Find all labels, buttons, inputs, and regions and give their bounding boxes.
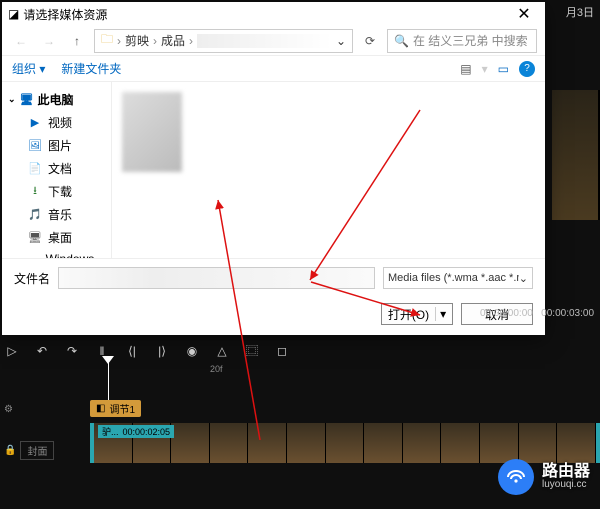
drive-icon: ⭳ <box>28 185 42 199</box>
sidebar-item[interactable]: 🖴Windows (C:) <box>6 249 107 258</box>
sidebar-item[interactable]: 🖼图片 <box>6 134 107 157</box>
timeline-tracks[interactable]: ◧ 调节1 驴...00:00:02:05 <box>90 400 600 463</box>
track-controls: ⚙ 🔒 封面 <box>4 404 54 460</box>
dialog-title: 请选择媒体资源 <box>23 6 107 23</box>
view-mode-button[interactable]: ▤ <box>460 62 471 76</box>
pointer-tool[interactable]: ▷ <box>4 344 20 358</box>
breadcrumb-seg2[interactable]: 成品 <box>161 32 185 49</box>
timeline-toolbar: ▷ ↶ ↷ ‖ ⟨| |⟩ ◉ △ ⿴ ◻ <box>4 342 290 359</box>
app-icon: ◪ <box>8 7 19 21</box>
file-type-filter[interactable]: Media files (*.wma *.aac *.m4 ⌄ <box>383 267 533 289</box>
chevron-down-icon: ⌄ <box>519 272 528 285</box>
dialog-toolbar: 组织 ▾ 新建文件夹 ▤ ▾ ▭ ? <box>2 56 545 82</box>
drive-icon: 🖼 <box>28 139 42 153</box>
drive-icon: 🎵 <box>28 208 42 222</box>
file-open-dialog: ◪ 请选择媒体资源 ✕ ← → ↑ 🗀 › 剪映 › 成品 › ⌄ ⟳ 🔍 在 结… <box>2 2 545 335</box>
chevron-down-icon: ⌄ <box>8 94 16 105</box>
search-input[interactable]: 🔍 在 结义三兄弟 中搜索 <box>387 29 537 53</box>
drive-icon: 📄 <box>28 162 42 176</box>
drive-icon: ▶ <box>28 116 42 130</box>
adjustment-clip[interactable]: ◧ 调节1 <box>90 400 141 417</box>
watermark-icon <box>498 459 534 495</box>
drive-icon: 🖥 <box>28 231 42 245</box>
breadcrumb[interactable]: 🗀 › 剪映 › 成品 › ⌄ <box>94 29 353 53</box>
redo-button[interactable]: ↷ <box>64 344 80 358</box>
refresh-button[interactable]: ⟳ <box>359 34 381 48</box>
details-pane-button[interactable]: ▭ <box>498 62 509 76</box>
timeline-ruler[interactable]: 20f <box>90 360 596 378</box>
file-list[interactable] <box>112 82 545 258</box>
record-button[interactable]: ◉ <box>184 344 200 358</box>
sidebar-item[interactable]: ⭳下载 <box>6 180 107 203</box>
cover-button[interactable]: 封面 <box>20 441 54 460</box>
filename-label: 文件名 <box>14 270 50 287</box>
cut-right-tool[interactable]: |⟩ <box>154 344 170 358</box>
sidebar: ⌄ 🖥 此电脑 ▶视频🖼图片📄文档⭳下载🎵音乐🖥桌面🖴Windows (C:)🖴… <box>2 82 112 258</box>
dialog-footer: 文件名 Media files (*.wma *.aac *.m4 ⌄ <box>2 258 545 297</box>
clip-label: 驴...00:00:02:05 <box>98 425 174 438</box>
close-icon[interactable]: ✕ <box>509 4 539 24</box>
preview-timecode: 00:00:00:00 00:00:03:00 <box>480 308 594 319</box>
filename-input[interactable] <box>58 267 375 289</box>
open-button[interactable]: 打开(O) ▾ <box>381 303 453 325</box>
help-button[interactable]: ? <box>519 61 535 77</box>
dialog-nav: ← → ↑ 🗀 › 剪映 › 成品 › ⌄ ⟳ 🔍 在 结义三兄弟 中搜索 <box>2 26 545 56</box>
nav-back-button[interactable]: ← <box>10 34 32 48</box>
lock-icon[interactable]: 🔒 <box>4 445 16 456</box>
sidebar-item[interactable]: ▶视频 <box>6 111 107 134</box>
app-date: 月3日 <box>566 4 594 20</box>
new-folder-button[interactable]: 新建文件夹 <box>61 60 121 77</box>
file-thumbnail[interactable] <box>122 92 182 172</box>
breadcrumb-seg1[interactable]: 剪映 <box>125 32 149 49</box>
open-dropdown-icon[interactable]: ▾ <box>435 307 446 321</box>
nav-forward-button[interactable]: → <box>38 34 60 48</box>
sidebar-group-thispc[interactable]: ⌄ 🖥 此电脑 <box>6 88 107 111</box>
video-clip[interactable]: 驴...00:00:02:05 <box>90 423 600 463</box>
marker-tool[interactable]: △ <box>214 344 230 358</box>
preview-thumbnail <box>552 90 600 220</box>
sidebar-item[interactable]: 🖥桌面 <box>6 226 107 249</box>
sidebar-item[interactable]: 📄文档 <box>6 157 107 180</box>
folder-icon: 🗀 <box>101 30 113 51</box>
sidebar-item[interactable]: 🎵音乐 <box>6 203 107 226</box>
search-icon: 🔍 <box>394 34 409 48</box>
settings-icon[interactable]: ⚙ <box>4 404 13 415</box>
dialog-titlebar: ◪ 请选择媒体资源 ✕ <box>2 2 545 26</box>
search-placeholder: 在 结义三兄弟 中搜索 <box>413 32 528 49</box>
nav-up-button[interactable]: ↑ <box>66 34 88 48</box>
zoom-tool[interactable]: ⿴ <box>244 342 260 359</box>
undo-button[interactable]: ↶ <box>34 344 50 358</box>
organize-button[interactable]: 组织 ▾ <box>12 60 45 77</box>
watermark: 路由器 luyouqi.cc <box>498 459 590 495</box>
pc-icon: 🖥 <box>20 93 34 107</box>
crop-tool[interactable]: ◻ <box>274 344 290 358</box>
layers-icon: ◧ <box>96 403 105 414</box>
cut-left-tool[interactable]: ⟨| <box>124 344 140 358</box>
chevron-down-icon[interactable]: ⌄ <box>336 34 346 48</box>
split-tool[interactable]: ‖ <box>94 344 110 358</box>
